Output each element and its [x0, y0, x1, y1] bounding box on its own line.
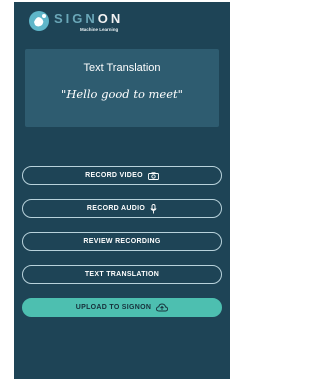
microphone-icon: [150, 203, 157, 213]
translation-card: Text Translation "Hello good to meet": [25, 49, 219, 127]
camera-icon: [147, 171, 159, 180]
card-title: Text Translation: [83, 62, 161, 74]
logo-word-left: SIGN: [54, 11, 98, 26]
app-screen: SIGNON Machine Learning Text Translation…: [14, 2, 230, 379]
upload-label: UPLOAD TO SIGNON: [75, 304, 152, 311]
text-translation-button[interactable]: TEXT TRANSLATION: [22, 265, 222, 284]
text-translation-label: TEXT TRANSLATION: [84, 271, 160, 278]
signon-logo: SIGNON Machine Learning: [28, 9, 148, 35]
logo-subtitle: Machine Learning: [80, 27, 119, 32]
record-video-button[interactable]: RECORD VIDEO: [22, 166, 222, 185]
signon-logo-icon: [29, 11, 49, 31]
review-recording-button[interactable]: REVIEW RECORDING: [22, 232, 222, 251]
cloud-upload-icon: [156, 303, 169, 312]
logo-word-right: ON: [97, 11, 124, 26]
upload-button[interactable]: UPLOAD TO SIGNON: [22, 298, 222, 317]
review-recording-label: REVIEW RECORDING: [83, 238, 161, 245]
translated-text: "Hello good to meet": [61, 87, 183, 101]
record-audio-label: RECORD AUDIO: [86, 205, 146, 212]
logo-wordmark: SIGNON: [54, 11, 123, 26]
record-audio-button[interactable]: RECORD AUDIO: [22, 199, 222, 218]
record-video-label: RECORD VIDEO: [85, 172, 143, 179]
